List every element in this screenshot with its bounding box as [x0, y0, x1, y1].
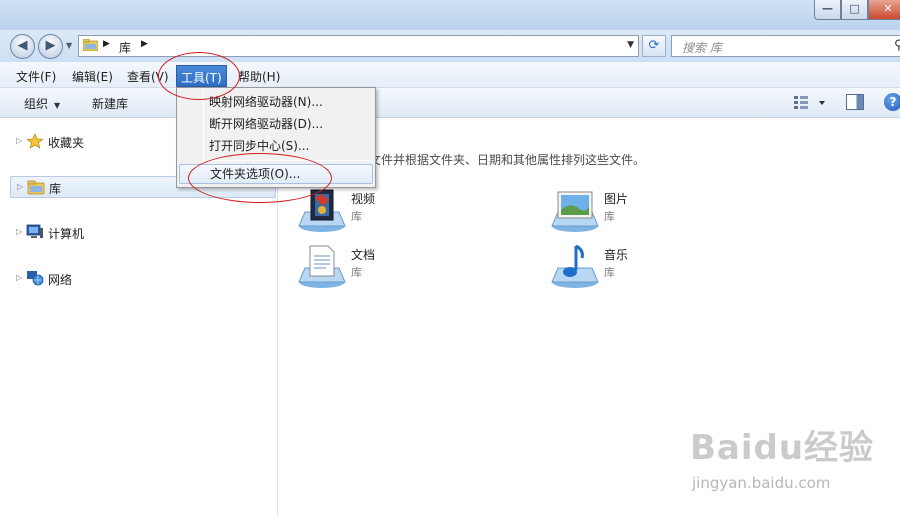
address-bar[interactable]: ▶ 库 ▶ ▼ [78, 35, 639, 57]
menu-file[interactable]: 文件(F) [14, 67, 58, 85]
minimize-button[interactable]: — [814, 0, 841, 20]
documents-library-icon [298, 245, 346, 288]
breadcrumb-libraries[interactable]: 库 [119, 39, 131, 56]
search-icon[interactable]: ⚲ [894, 38, 900, 53]
expand-arrow-icon[interactable]: ▷ [16, 227, 22, 236]
pictures-library-icon [551, 191, 599, 232]
library-name-documents: 文档 [351, 248, 376, 262]
menu-help[interactable]: 帮助(H) [236, 67, 282, 85]
breadcrumb-separator-icon[interactable]: ▶ [103, 39, 110, 49]
new-library-button[interactable]: 新建库 [92, 95, 128, 112]
chevron-down-icon: ▼ [54, 101, 61, 110]
back-button[interactable]: ◀ [10, 34, 35, 59]
maximize-icon: □ [849, 2, 860, 15]
library-tile-pictures[interactable]: 图片 库 [550, 188, 750, 238]
command-toolbar: 组织 ▼ 新建库 ? [0, 88, 900, 118]
library-name-pictures: 图片 [604, 192, 629, 206]
expand-arrow-icon[interactable]: ▷ [16, 273, 22, 282]
organize-button[interactable]: 组织 ▼ [24, 95, 60, 112]
library-type-pictures: 库 [604, 210, 615, 223]
back-arrow-icon: ◀ [17, 38, 28, 53]
library-type-music: 库 [604, 266, 615, 279]
menu-bar: 文件(F) 编辑(E) 查看(V) 工具(T) 帮助(H) [0, 62, 900, 88]
forward-arrow-icon: ▶ [45, 38, 56, 53]
watermark-logo: Baidu经验 [690, 428, 875, 468]
organize-label: 组织 [24, 97, 49, 111]
expand-arrow-icon[interactable]: ▷ [17, 182, 23, 191]
annotation-circle-folder-options [188, 153, 332, 203]
library-name-music: 音乐 [604, 248, 629, 262]
library-type-videos: 库 [351, 210, 362, 223]
nav-label-libraries: 库 [49, 182, 62, 196]
close-button[interactable]: ✕ [868, 0, 900, 20]
library-folder-icon [83, 39, 98, 51]
music-library-icon [551, 244, 599, 288]
address-row: ◀ ▶ ▼ ▶ 库 ▶ ▼ ⟳ 搜索 库 ⚲ [0, 30, 900, 62]
expand-arrow-icon[interactable]: ▷ [16, 136, 22, 145]
watermark-url: jingyan.baidu.com [692, 474, 831, 492]
nav-label-favorites: 收藏夹 [48, 136, 85, 150]
library-tile-documents[interactable]: 文档 库 [297, 244, 497, 294]
help-icon[interactable]: ? [884, 93, 900, 111]
library-tile-music[interactable]: 音乐 库 [550, 244, 750, 294]
recent-pages-dropdown-icon[interactable]: ▼ [66, 41, 72, 50]
nav-item-computer[interactable]: ▷ 计算机 [16, 222, 274, 244]
nav-item-network[interactable]: ▷ 网络 [16, 268, 274, 290]
annotation-circle-tools [158, 52, 240, 100]
nav-label-network: 网络 [48, 273, 73, 287]
window-titlebar: — □ ✕ [0, 0, 900, 30]
breadcrumb-separator-icon[interactable]: ▶ [141, 39, 148, 49]
maximize-button[interactable]: □ [841, 0, 868, 20]
baidu-watermark: Baidu经验 jingyan.baidu.com [690, 420, 895, 500]
star-icon [26, 133, 44, 149]
nav-label-computer: 计算机 [48, 227, 85, 241]
network-icon [27, 271, 44, 286]
minimize-icon: — [822, 2, 833, 15]
change-view-icon[interactable] [792, 94, 828, 112]
library-name-videos: 视频 [351, 192, 376, 206]
forward-button[interactable]: ▶ [38, 34, 63, 59]
menu-edit[interactable]: 编辑(E) [70, 67, 115, 85]
search-placeholder: 搜索 库 [682, 41, 722, 55]
address-history-dropdown-icon[interactable]: ▼ [627, 40, 634, 50]
libraries-description: 文件并根据文件夹、日期和其他属性排列这些文件。 [369, 153, 646, 167]
refresh-button[interactable]: ⟳ [642, 35, 666, 57]
search-input[interactable]: 搜索 库 ⚲ [671, 35, 900, 57]
menu-item-disconnect-network-drive[interactable]: 断开网络驱动器(D)... [179, 114, 373, 134]
preview-pane-icon[interactable] [846, 94, 864, 110]
library-type-documents: 库 [351, 266, 362, 279]
close-icon: ✕ [883, 2, 893, 15]
library-folder-icon [27, 180, 45, 195]
computer-icon [26, 224, 43, 238]
library-tile-videos[interactable]: 视频 库 [297, 188, 497, 238]
refresh-icon: ⟳ [648, 38, 660, 53]
